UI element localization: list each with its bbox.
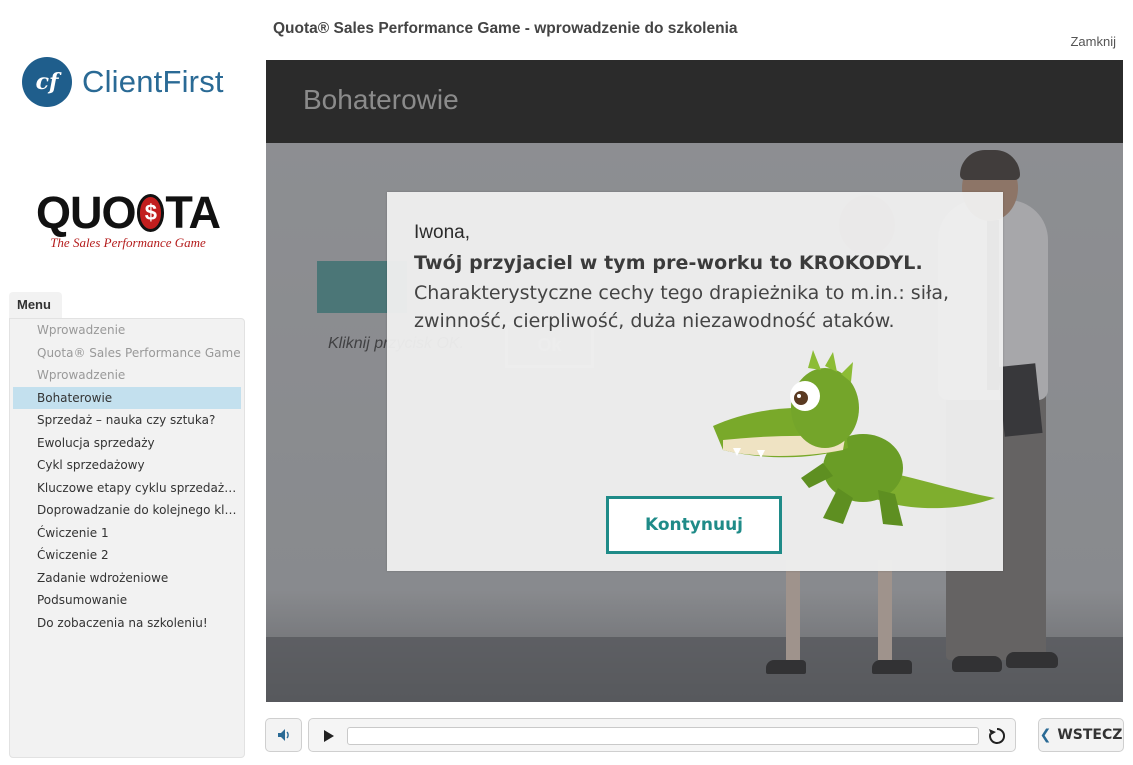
menu-item[interactable]: Doprowadzanie do kolejnego kluc...	[13, 499, 241, 522]
menu-item[interactable]: Quota® Sales Performance Game	[13, 342, 241, 365]
menu-item[interactable]: Ewolucja sprzedaży	[13, 432, 241, 455]
media-player	[308, 718, 1016, 752]
menu-item[interactable]: Cykl sprzedażowy	[13, 454, 241, 477]
clientfirst-wordmark: ClientFirst	[82, 64, 224, 99]
menu-tab[interactable]: Menu	[9, 292, 62, 319]
back-button[interactable]: ❮ WSTECZ	[1038, 718, 1124, 752]
back-button-label: WSTECZ	[1057, 727, 1123, 743]
menu-item[interactable]: Podsumowanie	[13, 589, 241, 612]
slide-header: Bohaterowie	[266, 60, 1123, 143]
quota-wordmark-left: QUO	[36, 187, 137, 238]
menu-item[interactable]: Ćwiczenie 1	[13, 522, 241, 545]
app-window: Quota® Sales Performance Game - wprowadz…	[0, 0, 1133, 765]
modal-headline: Twój przyjaciel w tym pre-worku to KROKO…	[414, 252, 923, 274]
modal-body-text: Charakterystyczne cechy tego drapieżnika…	[414, 282, 950, 332]
slide-title: Bohaterowie	[303, 84, 459, 115]
quota-wordmark-right: TA	[165, 187, 221, 238]
clientfirst-logo: cf ClientFirst	[22, 56, 234, 108]
play-icon[interactable]	[321, 728, 337, 744]
menu-item[interactable]: Do zobaczenia na szkoleniu!	[13, 612, 241, 635]
progress-bar[interactable]	[347, 727, 979, 745]
speaker-icon	[277, 729, 289, 741]
menu-item[interactable]: Wprowadzenie	[13, 364, 241, 387]
continue-button[interactable]: Kontynuuj	[606, 496, 782, 554]
clientfirst-mark-icon: cf	[22, 57, 72, 107]
menu-item[interactable]: Sprzedaż – nauka czy sztuka?	[13, 409, 241, 432]
volume-button[interactable]	[265, 718, 302, 752]
menu-item[interactable]: Zadanie wdrożeniowe	[13, 567, 241, 590]
menu-panel: Wprowadzenie Quota® Sales Performance Ga…	[9, 318, 245, 758]
menu-item[interactable]: Ćwiczenie 2	[13, 544, 241, 567]
quota-logo: QUO $ TA The Sales Performance Game	[36, 185, 221, 257]
modal-greeting: Iwona,	[414, 222, 470, 243]
menu-item-current[interactable]: Bohaterowie	[13, 386, 241, 409]
menu-item[interactable]: Wprowadzenie	[13, 319, 241, 342]
dollar-coin-icon: $	[136, 194, 165, 232]
character-modal: Iwona, Twój przyjaciel w tym pre-worku t…	[387, 192, 1003, 571]
course-title: Quota® Sales Performance Game - wprowadz…	[273, 20, 738, 37]
close-button[interactable]: Zamknij	[1070, 34, 1116, 49]
menu-item[interactable]: Kluczowe etapy cyklu sprzedażow...	[13, 477, 241, 500]
chevron-left-icon: ❮	[1039, 727, 1052, 743]
quota-tagline: The Sales Performance Game	[50, 235, 206, 250]
replay-icon[interactable]	[987, 726, 1007, 746]
